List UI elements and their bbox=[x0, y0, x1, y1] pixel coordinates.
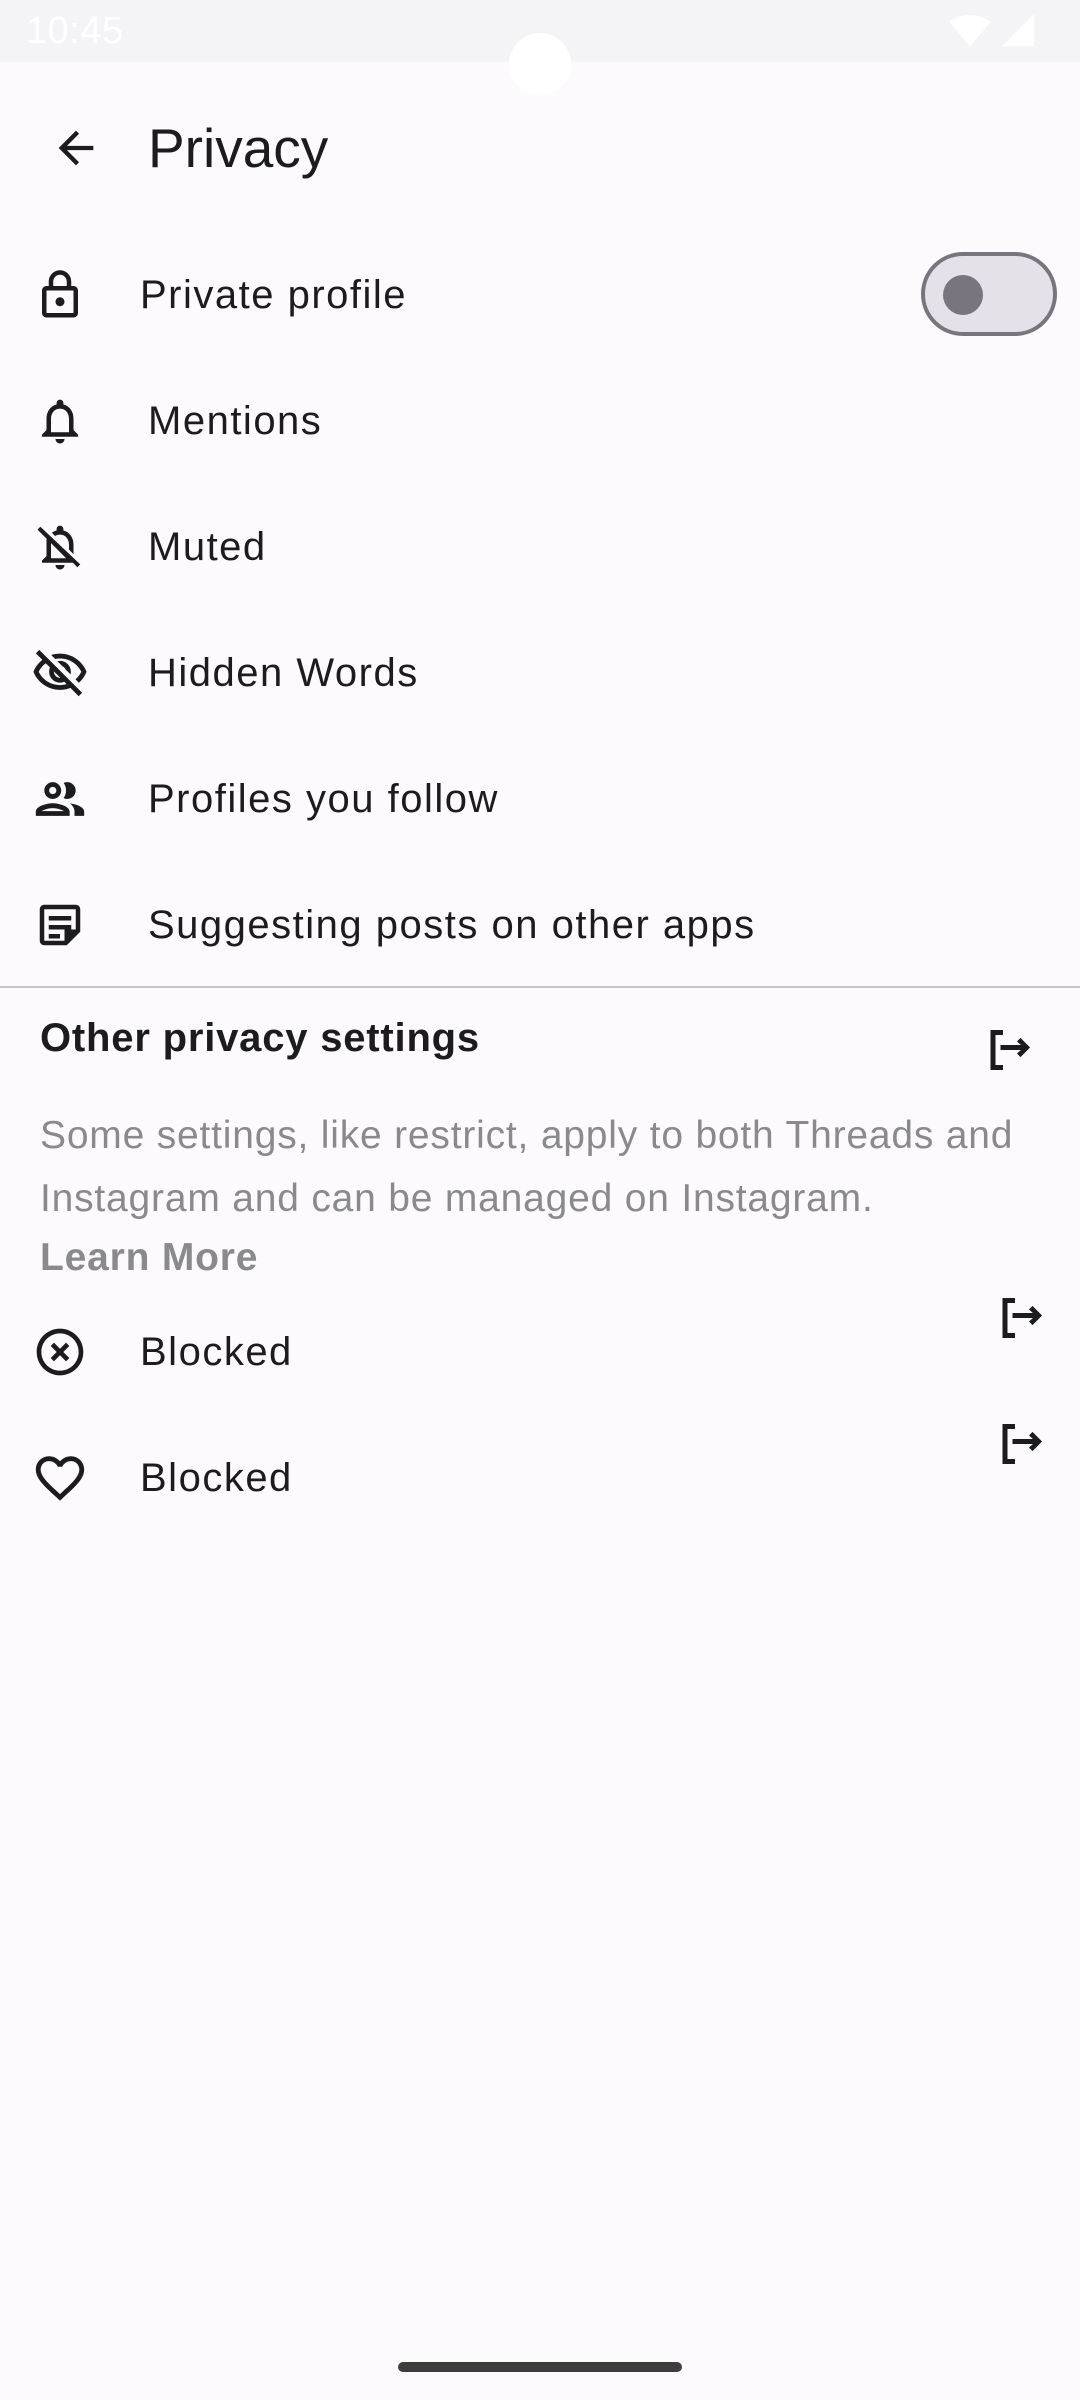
people-icon bbox=[30, 769, 90, 829]
setting-profiles-you-follow[interactable]: Profiles you follow bbox=[0, 736, 1080, 862]
section-description: Some settings, like restrict, apply to b… bbox=[40, 1114, 1014, 1220]
signal-icon bbox=[1000, 12, 1036, 48]
setting-label: Blocked bbox=[140, 1330, 293, 1374]
section-divider bbox=[0, 986, 1080, 988]
app-bar: Privacy bbox=[0, 92, 1080, 204]
learn-more-link[interactable]: Learn More bbox=[40, 1236, 258, 1280]
setting-hidden-words[interactable]: Hidden Words bbox=[0, 610, 1080, 736]
setting-blocked[interactable]: Blocked bbox=[0, 1289, 1080, 1415]
status-time: 10:45 bbox=[26, 10, 124, 52]
setting-muted[interactable]: Muted bbox=[0, 484, 1080, 610]
setting-label: Suggesting posts on other apps bbox=[148, 903, 756, 947]
setting-suggesting-posts[interactable]: Suggesting posts on other apps bbox=[0, 862, 1080, 988]
heart-icon bbox=[30, 1448, 90, 1508]
setting-label: Profiles you follow bbox=[148, 777, 499, 821]
back-button[interactable] bbox=[30, 112, 122, 184]
exit-icon[interactable] bbox=[990, 1288, 1050, 1348]
exit-icon[interactable] bbox=[978, 1020, 1038, 1080]
section-title: Other privacy settings bbox=[40, 1016, 480, 1060]
exit-icon[interactable] bbox=[990, 1414, 1050, 1474]
status-icons bbox=[948, 12, 1036, 48]
setting-label: Blocked bbox=[140, 1456, 293, 1500]
wifi-icon bbox=[948, 12, 992, 48]
private-profile-toggle[interactable] bbox=[921, 252, 1057, 336]
camera-cutout bbox=[509, 33, 571, 95]
toggle-thumb bbox=[943, 275, 983, 315]
setting-mentions[interactable]: Mentions bbox=[0, 358, 1080, 484]
setting-label: Muted bbox=[148, 525, 267, 569]
setting-blocked-heart[interactable]: Blocked bbox=[0, 1415, 1080, 1541]
setting-label: Hidden Words bbox=[148, 651, 419, 695]
arrow-back-icon bbox=[50, 122, 102, 174]
page-title: Privacy bbox=[148, 117, 329, 179]
setting-label: Private profile bbox=[140, 273, 408, 317]
bell-off-icon bbox=[30, 517, 90, 577]
lock-icon bbox=[30, 265, 90, 325]
setting-label: Mentions bbox=[148, 399, 323, 443]
eye-off-icon bbox=[30, 643, 90, 703]
notes-icon bbox=[30, 895, 90, 955]
x-circle-icon bbox=[30, 1322, 90, 1382]
setting-private-profile[interactable]: Private profile bbox=[0, 232, 1080, 358]
home-indicator[interactable] bbox=[398, 2362, 682, 2372]
bell-icon bbox=[30, 391, 90, 451]
